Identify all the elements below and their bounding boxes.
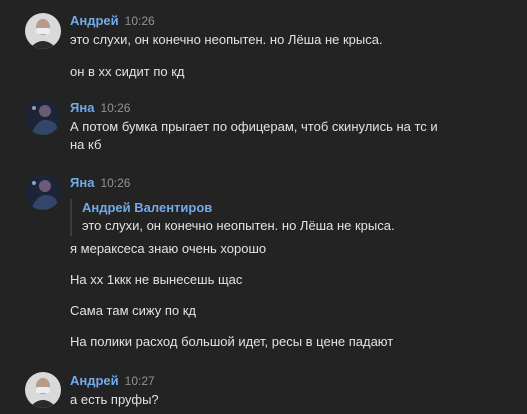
author-name[interactable]: Андрей [70, 13, 119, 28]
reply-quote[interactable]: Андрей Валентиров это слухи, он конечно … [70, 199, 395, 236]
yana-avatar-icon [25, 174, 61, 210]
avatar[interactable] [25, 13, 61, 49]
quote-text: это слухи, он конечно неопытен. но Лёша … [82, 218, 395, 233]
message-text: а есть пруфы? [70, 392, 159, 407]
avatar[interactable] [25, 99, 61, 135]
message-text: он в хх сидит по кд [70, 64, 185, 79]
message-time[interactable]: 10:26 [100, 176, 130, 190]
andrey-avatar-icon [25, 13, 61, 49]
message-text: это слухи, он конечно неопытен. но Лёша … [70, 32, 383, 47]
message-text: на кб [70, 137, 102, 152]
andrey-avatar-icon [25, 372, 61, 408]
quote-author[interactable]: Андрей Валентиров [82, 199, 395, 217]
message-text: я мераксеса знаю очень хорошо [70, 241, 267, 256]
message-time[interactable]: 10:26 [125, 14, 155, 28]
message-text: А потом бумка прыгает по офицерам, чтоб … [70, 119, 438, 134]
message-time[interactable]: 10:27 [125, 374, 155, 388]
yana-avatar-icon [25, 99, 61, 135]
avatar[interactable] [25, 174, 61, 210]
message-text: На полики расход большой идет, ресы в це… [70, 334, 394, 349]
message-text: Сама там сижу по кд [70, 303, 197, 318]
author-name[interactable]: Андрей [70, 373, 119, 388]
author-name[interactable]: Яна [70, 175, 94, 190]
message-text: На хх 1ккк не вынесешь щас [70, 272, 243, 287]
avatar[interactable] [25, 372, 61, 408]
message-time[interactable]: 10:26 [100, 101, 130, 115]
author-name[interactable]: Яна [70, 100, 94, 115]
